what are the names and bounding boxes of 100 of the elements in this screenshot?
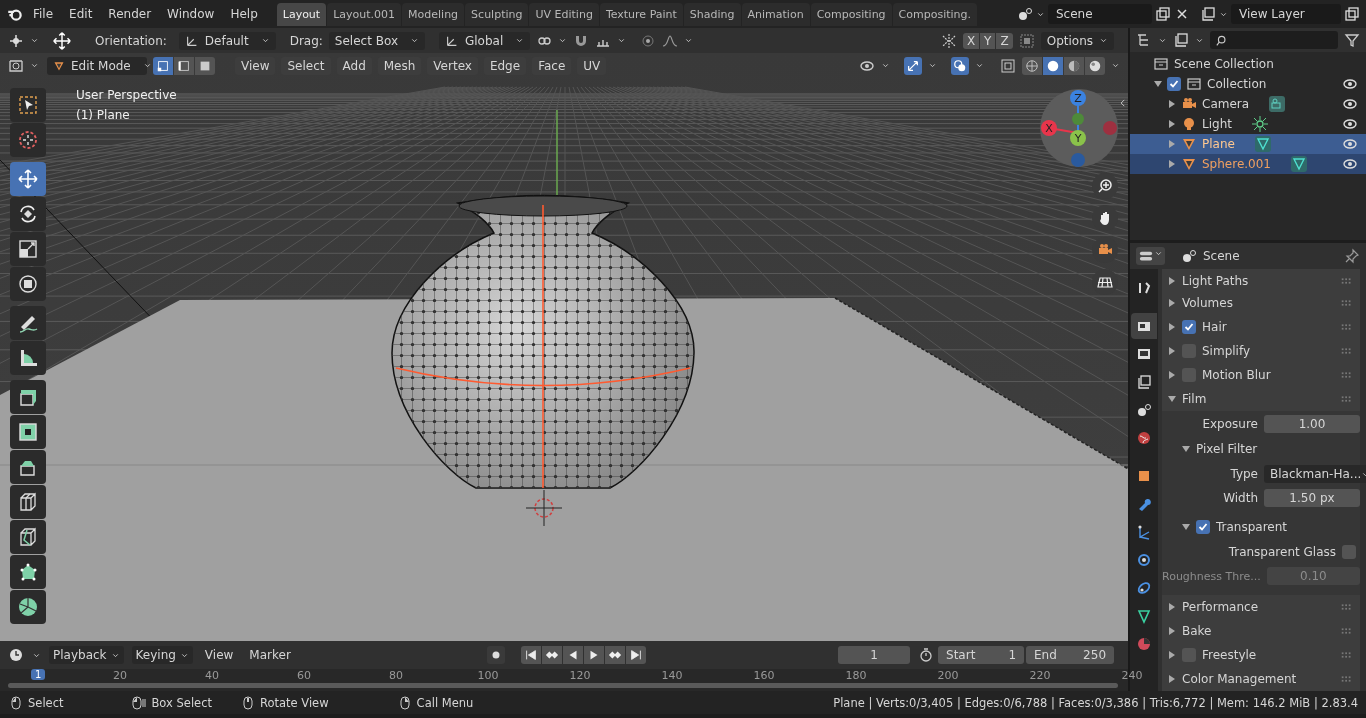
checkbox[interactable] [1182, 320, 1196, 334]
cursor-tool-button[interactable] [10, 123, 46, 157]
panel-title[interactable]: Freestyle [1202, 648, 1257, 662]
select-box-tool-button[interactable] [10, 88, 46, 122]
checkbox[interactable] [1167, 77, 1181, 91]
measure-tool-button[interactable] [10, 341, 46, 375]
outliner-item[interactable]: Plane [1202, 137, 1235, 151]
camera-data-icon[interactable] [1268, 95, 1287, 113]
scene-icon[interactable] [1017, 6, 1033, 22]
outliner-item[interactable]: Scene Collection [1174, 57, 1274, 71]
properties-tab[interactable] [1131, 313, 1157, 339]
play-reverse-button[interactable] [562, 646, 583, 664]
prev-keyframe-button[interactable] [541, 646, 562, 664]
outliner-item[interactable]: Camera [1202, 97, 1250, 111]
workspace-tab[interactable]: Compositing. [892, 2, 978, 26]
menu-item[interactable]: View [200, 646, 238, 664]
disclosure-triangle-icon[interactable] [1182, 445, 1190, 453]
editor-type-icon[interactable] [8, 57, 24, 74]
view-layer-field[interactable]: View Layer [1231, 4, 1341, 24]
jump-end-button[interactable] [625, 646, 646, 664]
workspace-tab[interactable]: UV Editing [529, 2, 599, 26]
number-field[interactable]: 1.50 px [1264, 489, 1360, 507]
panel-title[interactable]: Bake [1182, 624, 1212, 638]
panel-title[interactable]: Pixel Filter [1196, 442, 1258, 456]
panel-title[interactable]: Hair [1202, 320, 1227, 334]
workspace-tab[interactable]: Animation [741, 2, 810, 26]
disclosure-triangle-icon[interactable] [1168, 627, 1176, 635]
workspace-tab[interactable]: Texture Paint [599, 2, 683, 26]
dropdown[interactable]: Keying [131, 646, 193, 664]
eye-icon[interactable] [1342, 76, 1358, 92]
filter-view-icon[interactable] [1173, 32, 1189, 48]
workspace-tab[interactable]: Shading [683, 2, 741, 26]
duplicate-icon[interactable] [1155, 6, 1171, 22]
scrollbar[interactable] [8, 683, 1118, 688]
disclosure-triangle-icon[interactable] [1154, 80, 1162, 88]
menu-item[interactable]: Edit [62, 4, 100, 24]
navigation-gizmo[interactable]: Z X Y [1039, 88, 1119, 168]
menu-item[interactable]: Help [223, 4, 265, 24]
disclosure-triangle-icon[interactable] [1168, 140, 1176, 148]
disclosure-triangle-icon[interactable] [1168, 277, 1176, 285]
workspace-tab[interactable]: Compositing [810, 2, 892, 26]
eye-icon[interactable] [1342, 96, 1358, 112]
knife-tool-button[interactable] [10, 520, 46, 554]
bevel-tool-button[interactable] [10, 450, 46, 484]
outliner-item[interactable]: Light [1202, 117, 1232, 131]
disclosure-triangle-icon[interactable] [1168, 651, 1176, 659]
menu-item[interactable]: Marker [245, 646, 295, 664]
disclosure-triangle-icon[interactable] [1168, 603, 1176, 611]
checkbox[interactable] [1196, 520, 1210, 534]
clock-icon[interactable] [8, 647, 24, 663]
workspace-tab[interactable]: Layout [276, 2, 327, 26]
record-button[interactable] [486, 646, 505, 664]
dropdown[interactable]: Blackman-Ha... [1264, 465, 1366, 483]
current-frame-field[interactable]: 1 [838, 646, 910, 664]
jump-start-button[interactable] [520, 646, 541, 664]
eye-icon[interactable] [1342, 156, 1358, 172]
disclosure-triangle-icon[interactable] [1182, 523, 1190, 531]
panel-title[interactable]: Volumes [1182, 296, 1233, 310]
poly-build-tool-button[interactable] [10, 555, 46, 589]
number-field[interactable]: 1.00 [1264, 415, 1360, 433]
axis-toggle[interactable]: Y [980, 32, 996, 49]
mirror-icon[interactable] [940, 32, 957, 49]
proportional-edit-icon[interactable] [640, 32, 657, 49]
disclosure-triangle-icon[interactable] [1168, 100, 1176, 108]
disclosure-triangle-icon[interactable] [1168, 347, 1176, 355]
scale-tool-button[interactable] [10, 232, 46, 266]
extrude-tool-button[interactable] [10, 380, 46, 414]
disclosure-triangle-icon[interactable] [1168, 371, 1176, 379]
outliner-item[interactable]: Collection [1207, 77, 1267, 91]
disclosure-triangle-icon[interactable] [1168, 160, 1176, 168]
eye-icon[interactable] [1342, 136, 1358, 152]
mesh-data-icon[interactable] [1290, 155, 1308, 173]
menu-item[interactable]: File [26, 4, 61, 24]
editor-type-button[interactable] [1136, 247, 1165, 265]
search-field[interactable] [1210, 31, 1338, 49]
duplicate-icon[interactable] [1344, 6, 1360, 22]
move-tool-button[interactable] [10, 162, 46, 196]
axis-toggle[interactable]: X [962, 32, 980, 49]
end-frame-field[interactable]: End 250 [1026, 646, 1114, 664]
stopwatch-icon[interactable] [918, 647, 934, 663]
disclosure-triangle-icon[interactable] [1168, 675, 1176, 683]
inset-tool-button[interactable] [10, 415, 46, 449]
panel-title[interactable]: Film [1182, 392, 1207, 406]
disclosure-triangle-icon[interactable] [1168, 120, 1176, 128]
scene-icon[interactable] [1181, 248, 1197, 264]
scene-field[interactable]: Scene [1048, 4, 1152, 24]
axis-toggle[interactable]: Z [996, 32, 1013, 49]
menu-item[interactable]: Window [160, 4, 222, 24]
annotate-tool-button[interactable] [10, 306, 46, 340]
eye-icon[interactable] [1342, 116, 1358, 132]
disclosure-triangle-icon[interactable] [1168, 299, 1176, 307]
disclosure-triangle-icon[interactable] [1168, 323, 1176, 331]
rotate-tool-button[interactable] [10, 197, 46, 231]
sun-icon[interactable] [1250, 115, 1269, 133]
next-keyframe-button[interactable] [604, 646, 625, 664]
loop-cut-tool-button[interactable] [10, 485, 46, 519]
dropdown[interactable]: Playback [49, 646, 124, 664]
menu-item[interactable]: Render [101, 4, 159, 24]
spin-tool-button[interactable] [10, 590, 46, 624]
panel-title[interactable]: Simplify [1202, 344, 1251, 358]
